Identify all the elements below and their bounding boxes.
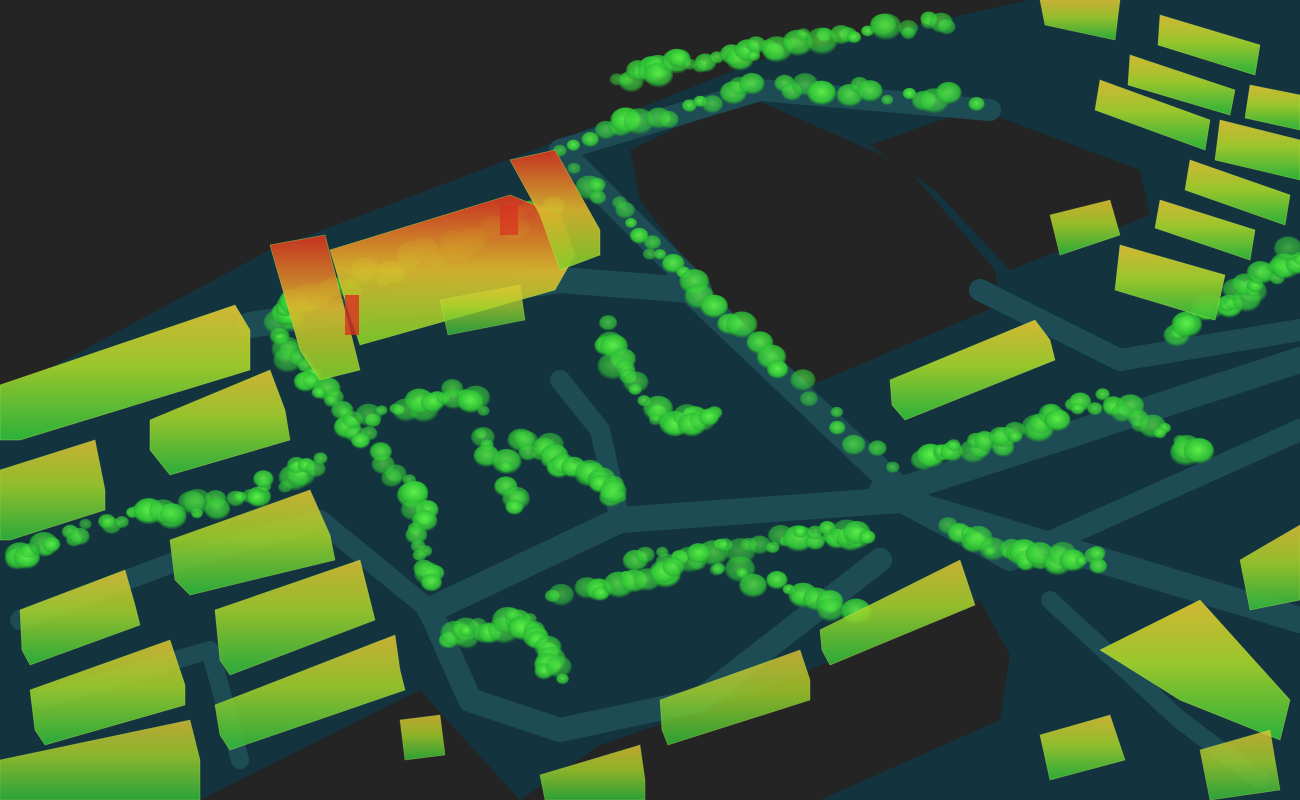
tree-canopy	[935, 81, 962, 105]
tree-canopy	[505, 499, 524, 515]
tree-canopy	[898, 20, 919, 38]
tree-canopy	[830, 406, 844, 418]
tree-canopy	[929, 12, 954, 34]
tree-canopy	[381, 469, 403, 488]
tree-canopy	[313, 452, 328, 465]
tree-canopy	[1088, 546, 1106, 561]
tree-canopy	[628, 383, 642, 396]
tree-canopy	[868, 440, 887, 457]
tree-canopy	[556, 673, 569, 685]
tree-canopy	[698, 408, 720, 427]
tree-canopy	[567, 162, 581, 175]
tree-canopy	[545, 655, 572, 678]
tree-canopy	[589, 190, 607, 205]
tree-canopy	[739, 72, 765, 95]
tree-canopy	[477, 405, 490, 417]
tree-canopy	[635, 546, 655, 564]
tree-canopy	[807, 80, 837, 106]
tree-canopy	[375, 405, 388, 416]
tree-canopy	[657, 110, 679, 129]
tree-canopy	[79, 518, 92, 530]
tree-canopy	[97, 514, 116, 530]
tree-canopy	[857, 80, 883, 102]
tree-canopy	[816, 598, 845, 622]
tree-canopy	[846, 31, 862, 44]
tree-canopy	[885, 461, 900, 474]
tree-canopy	[799, 391, 819, 407]
tree-canopy	[968, 97, 985, 112]
tree-canopy	[412, 549, 427, 562]
tree-canopy	[420, 573, 442, 592]
tree-canopy	[598, 315, 618, 331]
tree-canopy	[498, 460, 514, 473]
tree-canopy	[69, 527, 90, 546]
tree-canopy	[662, 557, 685, 577]
tree-canopy	[548, 583, 575, 606]
tree-canopy	[42, 536, 61, 553]
tree-canopy	[701, 95, 724, 114]
tree-canopy	[870, 13, 902, 41]
tree-canopy	[1183, 438, 1215, 464]
tree-canopy	[624, 217, 638, 229]
tree-canopy	[204, 497, 231, 520]
tree-canopy	[828, 420, 846, 435]
tree-canopy	[253, 470, 274, 488]
tree-canopy	[790, 369, 816, 392]
tree-canopy	[946, 439, 961, 452]
tree-canopy	[1044, 409, 1071, 432]
tree-canopy	[566, 139, 581, 152]
tree-canopy	[615, 201, 636, 219]
tree-canopy	[1070, 402, 1085, 415]
tree-canopy	[351, 432, 370, 449]
point-cloud-scene	[0, 0, 1300, 800]
tree-canopy	[793, 525, 808, 538]
tree-canopy	[599, 479, 627, 504]
tree-canopy	[1153, 427, 1167, 439]
tree-canopy	[1007, 430, 1023, 443]
tree-canopy	[739, 573, 768, 598]
tree-canopy	[983, 545, 997, 557]
tree-canopy	[114, 516, 129, 529]
tree-canopy	[311, 386, 327, 399]
tree-canopy	[766, 360, 789, 379]
tree-canopy	[841, 434, 866, 456]
tree-canopy	[588, 177, 606, 193]
tree-canopy	[881, 94, 894, 106]
tree-canopy	[686, 543, 711, 564]
tree-canopy	[643, 235, 662, 251]
tree-canopy	[1089, 558, 1108, 574]
tree-canopy	[747, 50, 761, 62]
tree-canopy	[709, 563, 724, 576]
tree-canopy	[858, 530, 876, 545]
tree-canopy	[1087, 402, 1103, 416]
